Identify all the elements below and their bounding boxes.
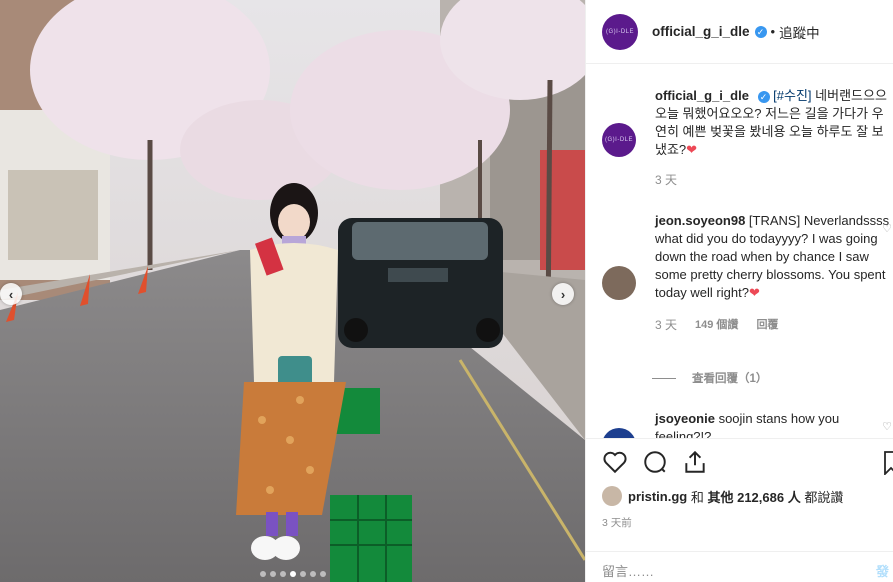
comment-body: jeon.soyeon98 [TRANS] Neverlandssss what…	[655, 212, 891, 334]
comment-username[interactable]: official_g_i_dle	[655, 88, 749, 103]
carousel-dot	[279, 571, 286, 577]
post-actions: pristin.gg 和 其他 212,686 人 都說讚 3 天前 留言…… …	[586, 438, 893, 582]
comments-list[interactable]: (G)I-DLE official_g_i_dle ✓ [#수진] 네버랜드으으…	[586, 65, 893, 438]
post-comment-button[interactable]: 發佈	[876, 561, 893, 582]
comment-bubble-icon[interactable]	[642, 449, 668, 475]
verified-badge-icon: ✓	[757, 90, 770, 103]
view-replies-button[interactable]: 查看回覆（1）	[652, 370, 767, 386]
carousel-dot	[269, 571, 276, 577]
add-comment-bar: 留言…… 發佈	[586, 551, 893, 582]
comment-username[interactable]: jeon.soyeon98	[655, 213, 745, 228]
author-avatar[interactable]: (G)I-DLE	[602, 13, 638, 50]
brand-logo-text: (G)I-DLE	[605, 137, 633, 143]
previous-image-button[interactable]: ‹	[0, 283, 22, 305]
carousel-dot	[299, 571, 306, 577]
comment-body: official_g_i_dle ✓ [#수진] 네버랜드으으 오늘 뭐했어요오…	[655, 87, 891, 189]
action-icons	[602, 449, 708, 475]
like-heart-icon[interactable]	[602, 449, 628, 475]
author-username[interactable]: official_g_i_dle	[652, 24, 750, 39]
carousel-dot	[309, 571, 316, 577]
next-image-button[interactable]: ›	[552, 283, 574, 305]
replies-divider	[652, 378, 676, 380]
separator-dot: •	[770, 24, 776, 39]
commenter-avatar[interactable]	[602, 266, 636, 300]
like-comment-heart-icon[interactable]: ♡	[882, 222, 892, 235]
liked-by-suffix: 都說讚	[804, 489, 844, 505]
carousel-dot	[259, 571, 266, 577]
photo-scene	[0, 0, 585, 582]
commenter-avatar[interactable]	[602, 428, 636, 438]
comment-meta: 3 天 149 個讚 回覆	[655, 316, 891, 334]
comment-time[interactable]: 3 天	[655, 316, 677, 334]
verified-badge-icon: ✓	[754, 25, 767, 38]
view-replies-label: 查看回覆（1）	[692, 373, 768, 385]
comment-username[interactable]: jsoyeonie	[655, 411, 715, 426]
chevron-left-icon: ‹	[8, 286, 14, 302]
heart-emoji: ❤	[686, 142, 698, 157]
chevron-right-icon: ›	[560, 286, 566, 302]
comment-meta: 3 天	[655, 171, 891, 189]
post-photo: ‹ ›	[0, 0, 585, 582]
carousel-dot-active	[289, 571, 296, 577]
likes-count[interactable]: 其他 212,686 人	[707, 487, 800, 506]
liker-avatar[interactable]	[602, 486, 622, 506]
heart-emoji: ❤	[748, 285, 760, 300]
post-side-panel: (G)I-DLE official_g_i_dle ✓ • 追蹤中 (G)I-D…	[585, 0, 893, 582]
share-icon[interactable]	[682, 449, 708, 475]
comment-time[interactable]: 3 天	[655, 171, 677, 189]
carousel-indicator	[0, 571, 585, 577]
liker-username[interactable]: pristin.gg	[628, 489, 687, 504]
comment-input[interactable]: 留言……	[602, 561, 654, 580]
like-comment-heart-icon[interactable]: ♡	[882, 420, 892, 433]
following-button[interactable]: 追蹤中	[779, 22, 820, 42]
carousel-dot	[319, 571, 326, 577]
post-timestamp[interactable]: 3 天前	[602, 515, 632, 530]
comment-likes[interactable]: 149 個讚	[695, 316, 738, 334]
liked-by-summary: pristin.gg 和 其他 212,686 人 都說讚	[602, 486, 843, 506]
brand-logo-text: (G)I-DLE	[606, 28, 634, 35]
reply-button[interactable]: 回覆	[756, 316, 778, 334]
bookmark-icon[interactable]	[884, 451, 893, 475]
liked-by-and: 和	[690, 489, 704, 505]
post-header: (G)I-DLE official_g_i_dle ✓ • 追蹤中	[586, 0, 893, 64]
post-viewer: ‹ › (G)I-DLE official_g_i_dle ✓ • 追蹤中 (G…	[0, 0, 893, 582]
author-avatar[interactable]: (G)I-DLE	[602, 123, 636, 157]
comment-body: jsoyeonie soojin stans how you feeling?!…	[655, 410, 891, 438]
hashtag-link[interactable]: [#수진]	[773, 88, 811, 103]
